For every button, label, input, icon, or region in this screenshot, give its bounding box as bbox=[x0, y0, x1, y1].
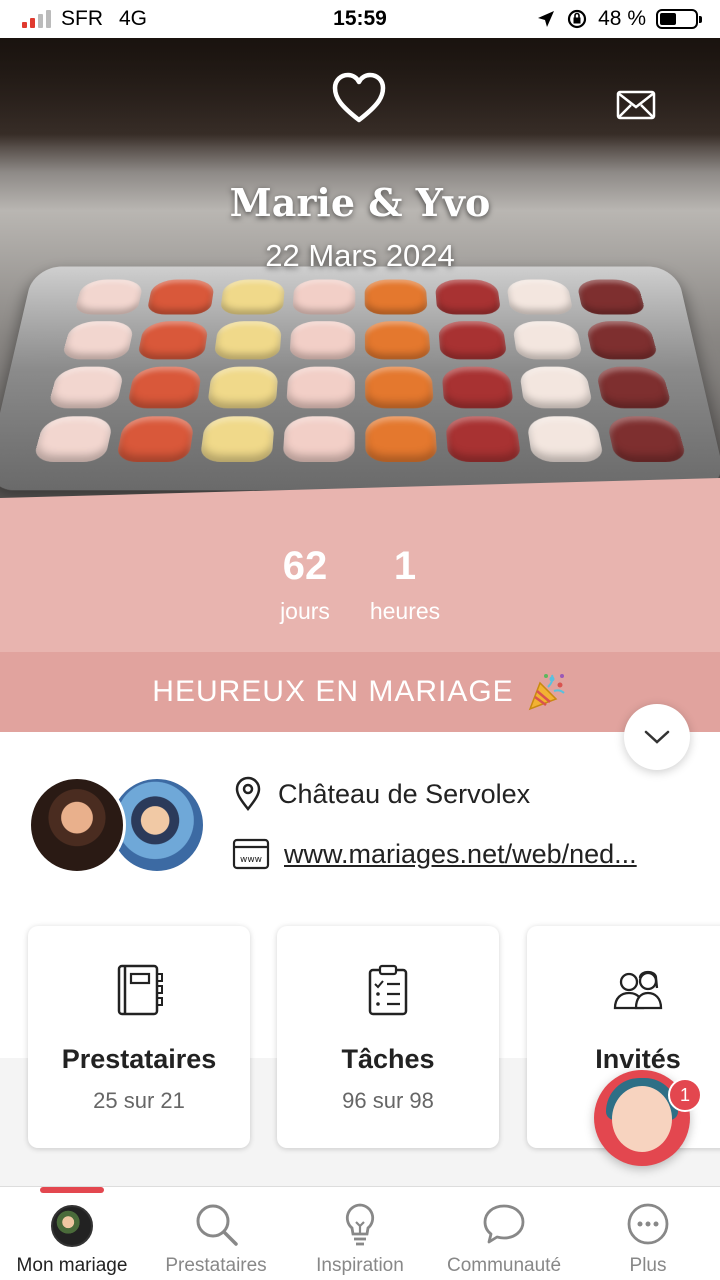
chocolate bbox=[288, 321, 356, 360]
chocolate bbox=[219, 279, 286, 315]
countdown: 62 jours 1 heures bbox=[0, 518, 720, 652]
mail-icon[interactable] bbox=[616, 90, 656, 120]
assistant-face bbox=[612, 1086, 672, 1152]
website-link[interactable]: www.mariages.net/web/ned... bbox=[284, 839, 684, 870]
card-prestataires[interactable]: Prestataires 25 sur 21 bbox=[28, 926, 250, 1148]
chocolate bbox=[198, 416, 275, 462]
location-text: Château de Servolex bbox=[278, 778, 531, 809]
chocolate bbox=[146, 279, 215, 315]
carrier-label: SFR bbox=[61, 7, 103, 30]
chocolate bbox=[525, 416, 605, 462]
hours-value: 1 bbox=[393, 544, 417, 588]
network-label: 4G bbox=[119, 7, 148, 30]
chocolate bbox=[137, 321, 209, 360]
heart-icon[interactable] bbox=[331, 72, 387, 124]
chocolate bbox=[445, 416, 522, 462]
tab-bar: Mon mariage Prestataires Inspiration Com… bbox=[0, 1186, 720, 1280]
chocolate bbox=[115, 416, 195, 462]
search-icon bbox=[196, 1204, 238, 1246]
chocolate bbox=[365, 416, 438, 462]
card-title: Tâches bbox=[341, 1044, 435, 1074]
lightbulb-icon bbox=[345, 1203, 375, 1246]
status-bar: SFR 4G 15:59 48 % bbox=[0, 0, 720, 38]
chocolate bbox=[285, 366, 355, 409]
chocolate-grid bbox=[32, 279, 688, 462]
card-title: Invités bbox=[595, 1044, 681, 1074]
chocolate bbox=[206, 366, 279, 409]
chocolate bbox=[438, 321, 508, 360]
status-left: SFR 4G bbox=[22, 7, 147, 31]
signal-icon bbox=[22, 10, 51, 28]
website-row[interactable]: www www.mariages.net/web/ned... bbox=[232, 838, 684, 870]
chocolate bbox=[575, 279, 647, 315]
status-banner: HEUREUX EN MARIAGE bbox=[0, 652, 720, 732]
notification-badge: 1 bbox=[668, 1078, 702, 1112]
chocolate bbox=[594, 366, 673, 409]
wedding-date: 22 Mars 2024 bbox=[265, 238, 455, 273]
expand-button[interactable] bbox=[624, 704, 690, 770]
chocolate bbox=[32, 416, 115, 462]
rotation-lock-icon bbox=[568, 9, 587, 29]
hero-photo: Marie & Yvo 22 Mars 2024 bbox=[0, 38, 720, 518]
tab-communaute[interactable]: Communauté bbox=[432, 1187, 576, 1280]
battery-percent: 48 % bbox=[598, 7, 646, 30]
chocolate bbox=[434, 279, 501, 315]
website-icon: www bbox=[232, 838, 270, 870]
chocolate bbox=[126, 366, 202, 409]
chocolate bbox=[584, 321, 659, 360]
chocolate bbox=[505, 279, 574, 315]
chocolate bbox=[73, 279, 145, 315]
chocolate bbox=[364, 279, 429, 315]
tab-label: Inspiration bbox=[316, 1255, 404, 1276]
location-pin-icon bbox=[235, 776, 261, 812]
tab-label: Mon mariage bbox=[16, 1255, 128, 1276]
tab-label: Prestataires bbox=[165, 1255, 267, 1276]
chevron-down-icon bbox=[644, 730, 670, 744]
avatar-icon bbox=[51, 1205, 93, 1247]
card-subtitle: 25 sur 21 bbox=[93, 1088, 185, 1113]
tab-label: Plus bbox=[629, 1255, 667, 1276]
chocolate bbox=[282, 416, 355, 462]
chocolate bbox=[61, 321, 136, 360]
hours-label: heures bbox=[369, 598, 441, 624]
notebook-icon bbox=[117, 964, 163, 1016]
chocolate bbox=[518, 366, 594, 409]
chocolate bbox=[47, 366, 126, 409]
active-tab-indicator bbox=[40, 1187, 104, 1193]
chocolate bbox=[605, 416, 688, 462]
couple-name: Marie & Yvo bbox=[229, 180, 491, 225]
status-right: 48 % bbox=[536, 7, 702, 31]
card-taches[interactable]: Tâches 96 sur 98 bbox=[277, 926, 499, 1148]
days-label: jours bbox=[280, 598, 330, 624]
tab-label: Communauté bbox=[446, 1255, 562, 1276]
chocolate bbox=[212, 321, 282, 360]
location-row[interactable]: Château de Servolex bbox=[232, 776, 530, 812]
chat-bubble-icon bbox=[483, 1204, 525, 1244]
days-value: 62 bbox=[282, 544, 328, 588]
card-title: Prestataires bbox=[61, 1044, 217, 1074]
svg-text:www: www bbox=[240, 855, 262, 865]
tab-mon-mariage[interactable]: Mon mariage bbox=[0, 1187, 144, 1280]
tab-plus[interactable]: Plus bbox=[576, 1187, 720, 1280]
party-popper-icon bbox=[528, 674, 565, 711]
banner-text: HEUREUX EN MARIAGE bbox=[152, 675, 514, 708]
avatar-bride[interactable] bbox=[28, 776, 126, 874]
chocolate bbox=[511, 321, 583, 360]
location-arrow-icon bbox=[538, 11, 555, 27]
checklist-icon bbox=[368, 964, 408, 1016]
countdown-days: 62 jours bbox=[255, 542, 355, 625]
chocolate bbox=[291, 279, 356, 315]
more-icon bbox=[627, 1203, 669, 1245]
countdown-hours: 1 heures bbox=[355, 542, 455, 625]
guests-icon bbox=[613, 970, 663, 1010]
chocolate bbox=[441, 366, 514, 409]
tab-inspiration[interactable]: Inspiration bbox=[288, 1187, 432, 1280]
battery-icon bbox=[656, 9, 702, 29]
tab-prestataires[interactable]: Prestataires bbox=[144, 1187, 288, 1280]
card-subtitle: 96 sur 98 bbox=[342, 1088, 434, 1113]
chocolate bbox=[364, 321, 432, 360]
chocolate bbox=[365, 366, 435, 409]
